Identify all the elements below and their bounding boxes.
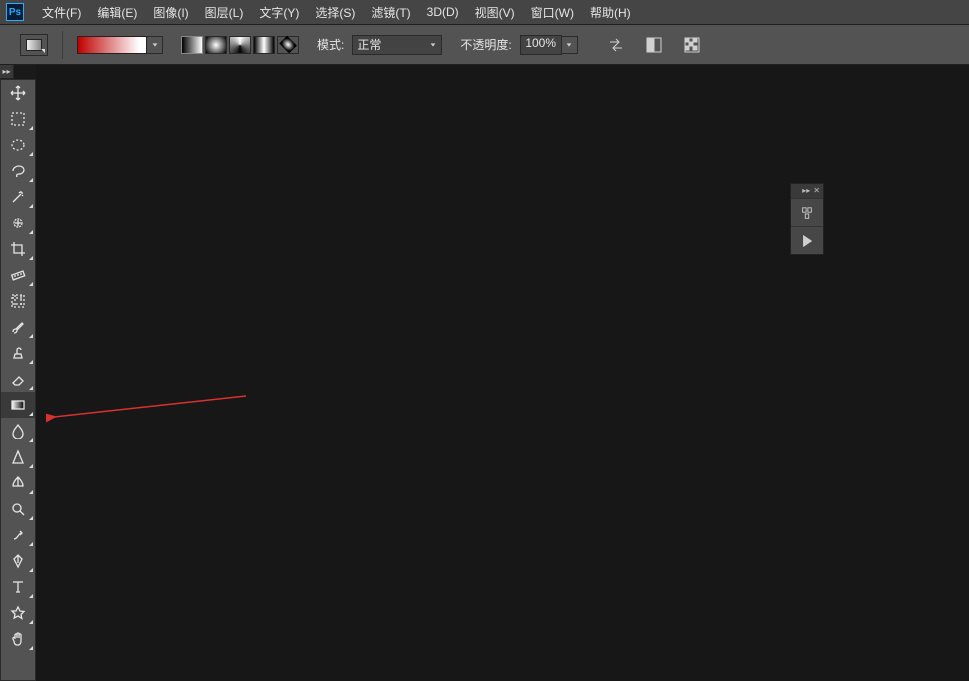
chevron-down-icon xyxy=(41,49,45,53)
flyout-indicator-icon xyxy=(29,282,33,286)
ruler-eyedropper-tool[interactable] xyxy=(1,262,35,288)
panel-header[interactable]: ▸▸ ✕ xyxy=(791,184,823,198)
move-tool[interactable] xyxy=(1,80,35,106)
options-bar: 模式: 正常 不透明度: 100% xyxy=(0,25,969,65)
clone-stamp-tool[interactable] xyxy=(1,340,35,366)
gradient-tool[interactable] xyxy=(1,392,35,418)
flyout-indicator-icon xyxy=(29,178,33,182)
menu-window[interactable]: 窗口(W) xyxy=(523,0,582,24)
menu-layer[interactable]: 图层(L) xyxy=(197,0,252,24)
sharpen-tool[interactable] xyxy=(1,444,35,470)
flyout-indicator-icon xyxy=(29,620,33,624)
menu-text[interactable]: 文字(Y) xyxy=(251,0,307,24)
opacity-dropdown-button[interactable] xyxy=(562,36,578,54)
dodge-tool[interactable] xyxy=(1,496,35,522)
flyout-indicator-icon xyxy=(29,516,33,520)
blur-tool[interactable] xyxy=(1,418,35,444)
flyout-indicator-icon xyxy=(29,464,33,468)
gradient-radial-button[interactable] xyxy=(205,36,227,54)
dither-toggle[interactable] xyxy=(644,35,664,55)
flyout-indicator-icon xyxy=(29,230,33,234)
mode-label: 模式: xyxy=(317,36,344,53)
menu-bar: Ps 文件(F) 编辑(E) 图像(I) 图层(L) 文字(Y) 选择(S) 滤… xyxy=(0,0,969,25)
gradient-picker[interactable] xyxy=(77,36,163,54)
flyout-indicator-icon xyxy=(29,126,33,130)
magic-wand-tool[interactable] xyxy=(1,184,35,210)
menu-filter[interactable]: 滤镜(T) xyxy=(363,0,418,24)
toolbox xyxy=(0,79,36,681)
panel-actions-icon[interactable] xyxy=(791,198,823,226)
tool-preset-swatch xyxy=(26,39,42,51)
gradient-diamond-button[interactable] xyxy=(277,36,299,54)
flyout-indicator-icon xyxy=(29,438,33,442)
flyout-indicator-icon xyxy=(29,646,33,650)
gradient-angle-button[interactable] xyxy=(229,36,251,54)
gradient-reflected-button[interactable] xyxy=(253,36,275,54)
smudge-tool[interactable] xyxy=(1,522,35,548)
reverse-gradient-toggle[interactable] xyxy=(606,35,626,55)
opacity-label: 不透明度: xyxy=(460,36,511,53)
flyout-indicator-icon xyxy=(29,204,33,208)
flyout-indicator-icon xyxy=(29,256,33,260)
flyout-indicator-icon xyxy=(29,490,33,494)
panel-play-icon[interactable] xyxy=(791,226,823,254)
panel-close-icon[interactable]: ✕ xyxy=(813,187,820,195)
floating-panel[interactable]: ▸▸ ✕ xyxy=(790,183,824,255)
path-pen-tool[interactable] xyxy=(1,548,35,574)
canvas-area[interactable] xyxy=(36,65,969,681)
menu-file[interactable]: 文件(F) xyxy=(34,0,89,24)
menu-help[interactable]: 帮助(H) xyxy=(582,0,639,24)
flyout-indicator-icon xyxy=(29,594,33,598)
separator xyxy=(62,31,63,59)
transparency-toggle[interactable] xyxy=(682,35,702,55)
flyout-indicator-icon xyxy=(29,412,33,416)
flyout-indicator-icon xyxy=(29,542,33,546)
ellipse-marquee-tool[interactable] xyxy=(1,132,35,158)
quick-select-tool[interactable] xyxy=(1,210,35,236)
frame-tool[interactable] xyxy=(1,288,35,314)
menu-view[interactable]: 视图(V) xyxy=(467,0,523,24)
app-logo: Ps xyxy=(6,3,24,21)
work-area: ▸▸ ▸▸ ✕ xyxy=(0,65,969,681)
gradient-linear-button[interactable] xyxy=(181,36,203,54)
gradient-type-group xyxy=(181,36,299,54)
flyout-indicator-icon xyxy=(29,386,33,390)
lasso-tool[interactable] xyxy=(1,158,35,184)
menu-edit[interactable]: 编辑(E) xyxy=(89,0,145,24)
menu-3d[interactable]: 3D(D) xyxy=(419,0,467,24)
blend-mode-select[interactable]: 正常 xyxy=(352,35,442,55)
collapse-toolbox-button[interactable]: ▸▸ xyxy=(0,65,14,79)
panel-collapse-icon[interactable]: ▸▸ xyxy=(802,187,810,195)
opacity-input[interactable]: 100% xyxy=(520,35,562,55)
shape-tool[interactable] xyxy=(1,600,35,626)
pen-tool[interactable] xyxy=(1,470,35,496)
type-tool[interactable] xyxy=(1,574,35,600)
menu-select[interactable]: 选择(S) xyxy=(307,0,363,24)
flyout-indicator-icon xyxy=(29,152,33,156)
crop-tool[interactable] xyxy=(1,236,35,262)
hand-tool[interactable] xyxy=(1,626,35,652)
eraser-tool[interactable] xyxy=(1,366,35,392)
tool-preset-picker[interactable] xyxy=(20,34,48,56)
flyout-indicator-icon xyxy=(29,334,33,338)
gradient-dropdown-button[interactable] xyxy=(147,36,163,54)
menu-image[interactable]: 图像(I) xyxy=(145,0,196,24)
gradient-preview xyxy=(77,36,147,54)
brush-tool[interactable] xyxy=(1,314,35,340)
blend-mode-value: 正常 xyxy=(357,36,381,53)
annotation-arrow xyxy=(46,393,256,423)
flyout-indicator-icon xyxy=(29,360,33,364)
rect-marquee-tool[interactable] xyxy=(1,106,35,132)
flyout-indicator-icon xyxy=(29,568,33,572)
